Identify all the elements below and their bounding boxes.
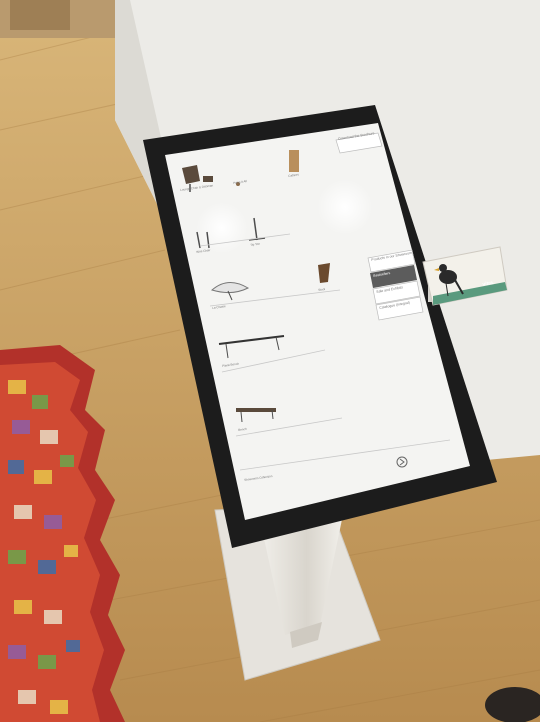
cabinet-icon: [289, 150, 299, 172]
wood-stool-icon: [318, 263, 330, 283]
photo-scene: Download the Brochure Products in our Sh…: [0, 0, 540, 722]
light-glare: [196, 202, 248, 254]
scene-illustration: [0, 0, 540, 722]
light-glare: [317, 179, 373, 235]
